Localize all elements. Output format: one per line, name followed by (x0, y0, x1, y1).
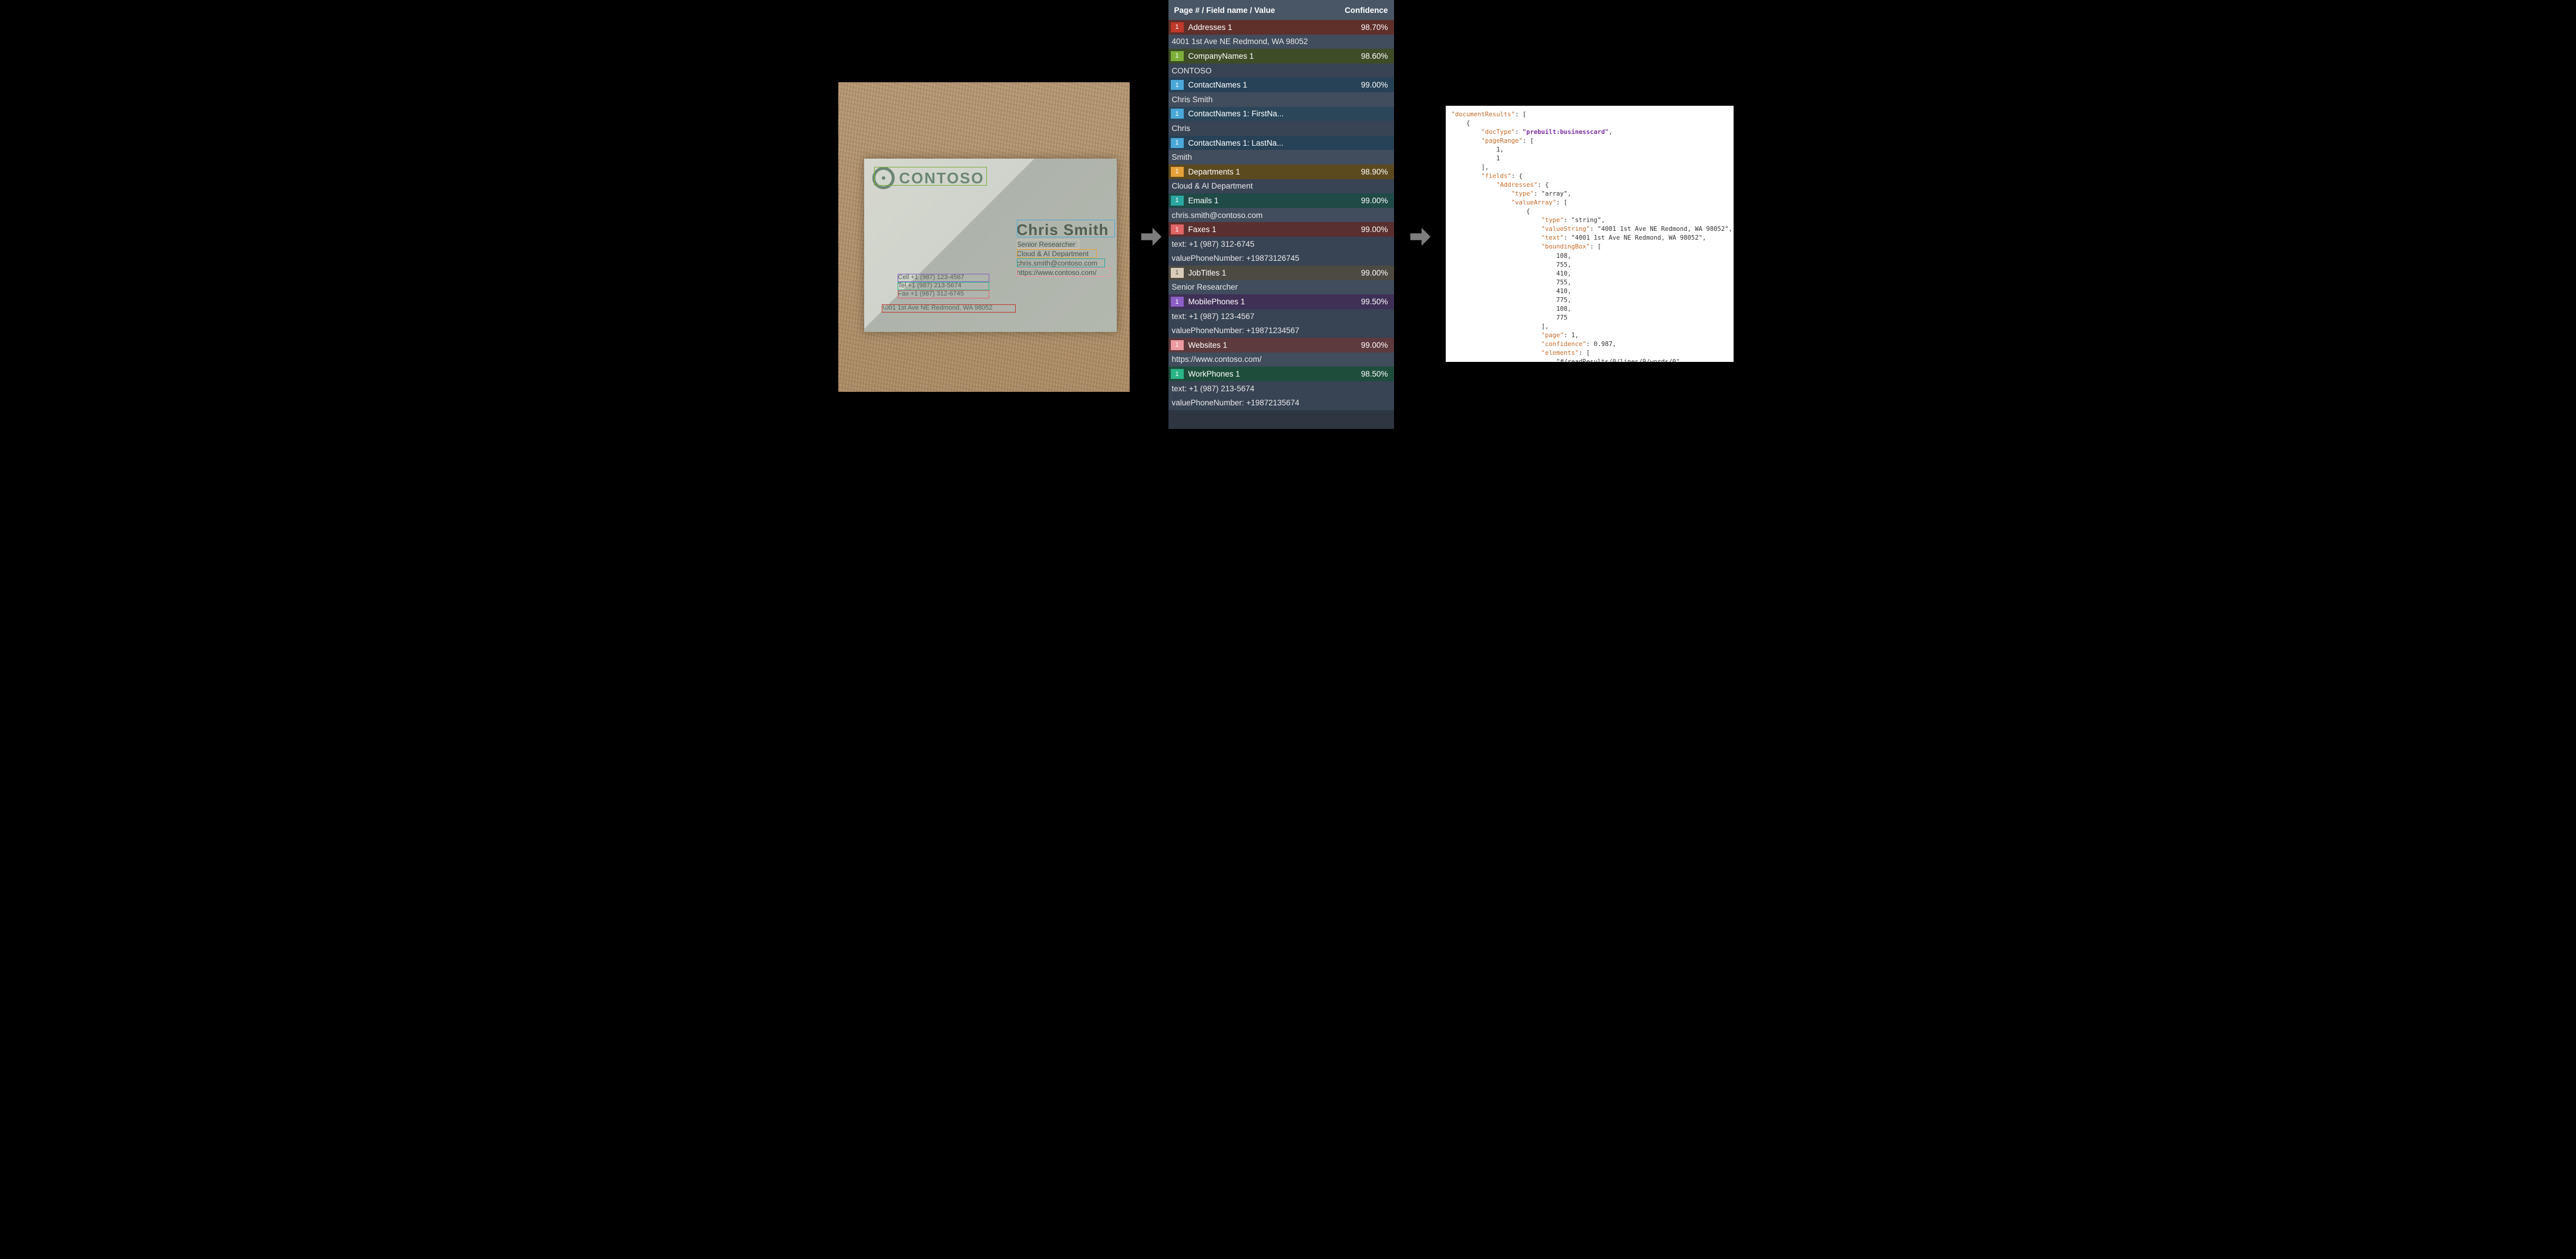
confidence-value: 99.50% (1361, 297, 1394, 306)
logo-icon (872, 167, 895, 189)
page-badge: 1 (1171, 224, 1184, 234)
page-badge: 1 (1171, 268, 1184, 278)
header-right: Confidence (1345, 6, 1388, 15)
confidence-value: 99.00% (1361, 341, 1394, 350)
table-header: Page # / Field name / Value Confidence (1168, 0, 1394, 20)
field-row: 1 JobTitles 199.00% (1168, 266, 1394, 280)
business-card: CONTOSO Chris Smith Senior Researcher Cl… (864, 159, 1117, 332)
page-badge: 1 (1171, 167, 1184, 177)
department: Cloud & AI Department (1017, 250, 1089, 258)
field-value: valuePhoneNumber: +19872135674 (1168, 395, 1394, 410)
field-name: CompanyNames 1 (1188, 52, 1361, 61)
field-name: MobilePhones 1 (1188, 297, 1361, 306)
page-badge: 1 (1171, 297, 1184, 307)
job-title: Senior Researcher (1017, 240, 1076, 249)
page-badge: 1 (1171, 369, 1184, 379)
page-badge: 1 (1171, 80, 1184, 90)
field-name: ContactNames 1 (1188, 80, 1361, 89)
table-body: 1 Addresses 198.70% 4001 1st Ave NE Redmon… (1168, 20, 1394, 410)
page-badge: 1 (1171, 51, 1184, 61)
logo-row: CONTOSO (872, 167, 985, 189)
field-name: Addresses 1 (1188, 23, 1361, 32)
field-row: 1 CompanyNames 198.60% (1168, 49, 1394, 63)
field-value: Chris Smith (1168, 92, 1394, 107)
field-value: valuePhoneNumber: +19871234567 (1168, 323, 1394, 338)
field-row: 1 ContactNames 1: LastNa... (1168, 136, 1394, 150)
page-badge: 1 (1171, 22, 1184, 32)
confidence-value: 99.00% (1361, 268, 1394, 277)
field-value: text: +1 (987) 123-4567 (1168, 309, 1394, 324)
page-badge: 1 (1171, 340, 1184, 350)
arrow-icon (1137, 223, 1164, 250)
field-name: JobTitles 1 (1188, 268, 1361, 277)
page-badge: 1 (1171, 109, 1184, 119)
field-value: Cloud & AI Department (1168, 179, 1394, 194)
field-row: 1 ContactNames 199.00% (1168, 78, 1394, 92)
field-value: Senior Researcher (1168, 280, 1394, 295)
field-value: valuePhoneNumber: +19873126745 (1168, 251, 1394, 266)
json-body: "documentResults": [ { "docType": "prebu… (1446, 106, 1734, 362)
field-row: 1 Faxes 199.00% (1168, 222, 1394, 237)
field-value: Smith (1168, 150, 1394, 164)
diagram-stage: CONTOSO Chris Smith Senior Researcher Cl… (830, 0, 1747, 446)
field-name: Emails 1 (1188, 196, 1361, 205)
phone-fax: Fax +1 (987) 312-6745 (898, 290, 964, 297)
field-value: 4001 1st Ave NE Redmond, WA 98052 (1168, 35, 1394, 49)
contact-name: Chris Smith (1017, 221, 1109, 239)
confidence-value: 98.90% (1361, 167, 1394, 176)
results-table-panel: Page # / Field name / Value Confidence 1… (1168, 0, 1394, 429)
website: https://www.contoso.com/ (1017, 268, 1097, 277)
field-name: ContactNames 1: FirstNa... (1188, 109, 1388, 118)
field-name: Departments 1 (1188, 167, 1361, 176)
address: 4001 1st Ave NE Redmond, WA 98052 (882, 304, 993, 311)
field-name: Faxes 1 (1188, 225, 1361, 234)
field-value: text: +1 (987) 213-5674 (1168, 381, 1394, 396)
field-row: 1 Departments 198.90% (1168, 164, 1394, 179)
field-row: 1 Websites 199.00% (1168, 338, 1394, 352)
phone-cell: Cell +1 (987) 123-4567 (898, 274, 965, 281)
field-name: WorkPhones 1 (1188, 370, 1361, 378)
field-value: CONTOSO (1168, 63, 1394, 78)
email: chris.smith@contoso.com (1017, 259, 1098, 267)
field-row: 1 Emails 199.00% (1168, 193, 1394, 208)
field-row: 1 ContactNames 1: FirstNa... (1168, 107, 1394, 122)
field-row: 1 MobilePhones 199.50% (1168, 294, 1394, 309)
confidence-value: 99.00% (1361, 225, 1394, 234)
field-value: https://www.contoso.com/ (1168, 352, 1394, 367)
field-value: Chris (1168, 121, 1394, 136)
arrow-icon (1406, 223, 1433, 250)
field-name: ContactNames 1: LastNa... (1188, 139, 1388, 147)
business-card-photo-panel: CONTOSO Chris Smith Senior Researcher Cl… (838, 82, 1130, 392)
field-value: text: +1 (987) 312-6745 (1168, 237, 1394, 251)
field-value: chris.smith@contoso.com (1168, 208, 1394, 223)
phone-tel: Tel +1 (987) 213-5674 (898, 282, 962, 289)
confidence-value: 99.00% (1361, 196, 1394, 205)
field-name: Websites 1 (1188, 341, 1361, 350)
confidence-value: 98.60% (1361, 52, 1394, 61)
field-row: 1 Addresses 198.70% (1168, 20, 1394, 35)
json-output-panel: "documentResults": [ { "docType": "prebu… (1446, 106, 1734, 362)
confidence-value: 98.50% (1361, 370, 1394, 378)
page-badge: 1 (1171, 196, 1184, 206)
confidence-value: 98.70% (1361, 23, 1394, 32)
confidence-value: 99.00% (1361, 80, 1394, 89)
header-left: Page # / Field name / Value (1174, 6, 1275, 15)
field-row: 1 WorkPhones 198.50% (1168, 367, 1394, 381)
company-name: CONTOSO (899, 169, 985, 187)
page-badge: 1 (1171, 138, 1184, 148)
